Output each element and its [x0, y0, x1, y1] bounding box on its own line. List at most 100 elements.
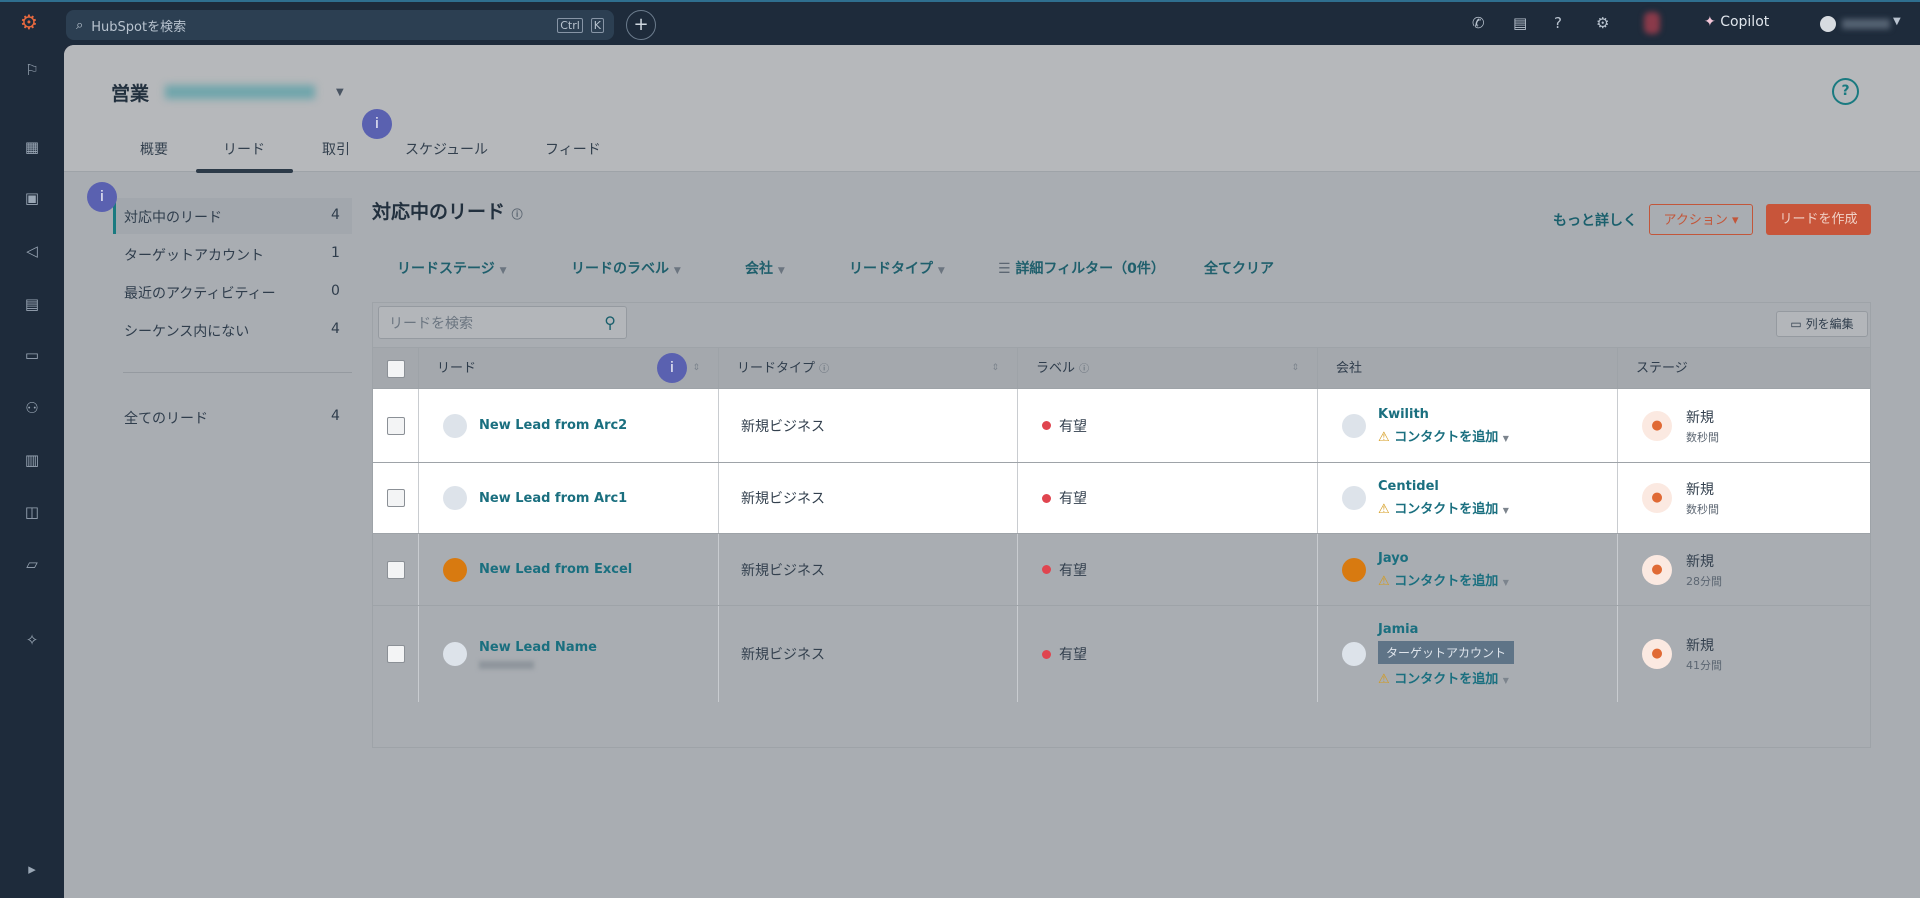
- settings-icon[interactable]: ⚙: [1596, 14, 1609, 32]
- chevron-down-icon[interactable]: ▼: [336, 87, 344, 98]
- chevron-down-icon[interactable]: ▼: [1893, 16, 1901, 27]
- person-icon: ●: [1642, 483, 1672, 513]
- create-new-button[interactable]: +: [626, 10, 656, 40]
- table-row[interactable]: New Lead Name 新規ビジネス 有望 Jamia ターゲットアカウント…: [373, 605, 1870, 702]
- filter-lead-type[interactable]: リードタイプ ▼: [849, 258, 945, 278]
- info-icon[interactable]: ⓘ: [1079, 364, 1089, 375]
- info-badge[interactable]: i: [362, 109, 392, 139]
- data-icon[interactable]: ◫: [22, 503, 42, 521]
- row-checkbox[interactable]: [387, 560, 405, 579]
- expand-sidebar-icon[interactable]: ▸: [22, 860, 42, 878]
- sort-icon[interactable]: ⇕: [1291, 348, 1299, 389]
- help-icon[interactable]: ?: [1554, 14, 1562, 32]
- column-header-stage[interactable]: ステージ: [1618, 348, 1870, 389]
- column-header-lead-type[interactable]: リードタイプ ⓘ ⇕: [719, 348, 1018, 389]
- company-link[interactable]: Jamia: [1378, 622, 1514, 637]
- filter-label: リードタイプ: [849, 261, 933, 277]
- company-link[interactable]: Jayo: [1378, 551, 1509, 566]
- select-all-checkbox[interactable]: [387, 359, 405, 378]
- lead-avatar-icon: [443, 557, 467, 582]
- breeze-icon[interactable]: ✧: [22, 631, 42, 649]
- help-button[interactable]: ?: [1832, 78, 1859, 105]
- tab-leads[interactable]: リード: [223, 139, 265, 159]
- sort-icon[interactable]: ⇕: [991, 348, 999, 389]
- table-row[interactable]: New Lead from Excel 新規ビジネス 有望 Jayo ⚠ コンタ…: [373, 533, 1870, 605]
- lead-avatar-icon: [443, 413, 467, 438]
- tab-schedule[interactable]: スケジュール: [405, 139, 488, 159]
- row-checkbox[interactable]: [387, 489, 405, 507]
- global-search-input[interactable]: ⌕ HubSpotを検索 Ctrl K: [66, 10, 614, 40]
- pipeline-selector-blurred[interactable]: [165, 85, 315, 99]
- content-icon[interactable]: ▤: [22, 295, 42, 313]
- advanced-filters-button[interactable]: ☰ 詳細フィルター（0件）: [998, 258, 1165, 278]
- lead-name-link[interactable]: New Lead from Excel: [479, 562, 632, 577]
- stage-time: 28分間: [1686, 574, 1722, 588]
- automation-icon[interactable]: ⚇: [22, 399, 42, 417]
- commerce-icon[interactable]: ▭: [22, 346, 42, 364]
- column-header-label[interactable]: ラベル ⓘ ⇕: [1018, 348, 1318, 389]
- filter-count: 4: [331, 321, 340, 337]
- lead-avatar-icon: [443, 642, 467, 666]
- filter-item-active-leads[interactable]: 対応中のリード: [124, 207, 222, 227]
- lead-name-link[interactable]: New Lead Name: [479, 640, 597, 655]
- tab-feed[interactable]: フィード: [545, 139, 601, 159]
- marketplace-icon[interactable]: ▤: [1513, 14, 1527, 32]
- row-checkbox[interactable]: [387, 645, 405, 663]
- stage-cell: ● 新規 数秒間: [1618, 389, 1870, 462]
- phone-icon[interactable]: ✆: [1472, 14, 1485, 32]
- filter-item-target-accounts[interactable]: ターゲットアカウント: [124, 245, 264, 265]
- company-link[interactable]: Centidel: [1378, 479, 1509, 494]
- marketing-icon[interactable]: ◁: [22, 242, 42, 260]
- search-icon[interactable]: ⚲: [604, 313, 616, 332]
- workspaces-icon[interactable]: ▦: [22, 138, 42, 156]
- table-row[interactable]: New Lead from Arc1 新規ビジネス 有望 Centidel ⚠ …: [373, 462, 1870, 533]
- add-contact-dropdown[interactable]: ⚠ コンタクトを追加 ▼: [1378, 426, 1509, 445]
- add-contact-dropdown[interactable]: ⚠ コンタクトを追加 ▼: [1378, 498, 1509, 517]
- add-contact-label: コンタクトを追加: [1394, 573, 1499, 589]
- filter-item-all-leads[interactable]: 全てのリード: [124, 408, 208, 428]
- folder-icon[interactable]: ▱: [22, 555, 42, 573]
- clear-all-button[interactable]: 全てクリア: [1204, 258, 1274, 278]
- company-link[interactable]: Kwilith: [1378, 407, 1509, 422]
- filter-item-recent-activity[interactable]: 最近のアクティビティー: [124, 283, 276, 303]
- columns-icon: ▭: [1790, 317, 1802, 331]
- edit-columns-button[interactable]: ▭ 列を編集: [1776, 311, 1868, 337]
- lead-name-link[interactable]: New Lead from Arc1: [479, 491, 627, 506]
- tab-overview[interactable]: 概要: [140, 139, 168, 159]
- tab-deals[interactable]: 取引: [322, 139, 350, 159]
- stage-time: 数秒間: [1686, 503, 1719, 516]
- notifications-icon[interactable]: [1644, 12, 1660, 34]
- bookmark-icon[interactable]: ⚐: [22, 61, 42, 79]
- sort-icon[interactable]: ⇕: [692, 348, 700, 389]
- page-header: 営業 ▼ ? 概要 リード 取引 スケジュール フィード: [64, 45, 1920, 173]
- copilot-label: Copilot: [1720, 14, 1770, 30]
- filter-lead-stage[interactable]: リードステージ ▼: [397, 258, 507, 278]
- info-badge[interactable]: i: [657, 353, 687, 383]
- info-icon[interactable]: ⓘ: [819, 364, 829, 375]
- reports-icon[interactable]: ▥: [22, 451, 42, 469]
- table-row[interactable]: New Lead from Arc2 新規ビジネス 有望 Kwilith ⚠ コ…: [373, 388, 1870, 462]
- lead-subtext-blurred: [479, 660, 534, 669]
- hubspot-logo-icon[interactable]: ⚙: [20, 10, 38, 34]
- column-header-company[interactable]: 会社: [1318, 348, 1618, 389]
- lead-name-link[interactable]: New Lead from Arc2: [479, 418, 627, 433]
- copilot-button[interactable]: ✦ Copilot: [1704, 14, 1769, 30]
- info-icon[interactable]: ⓘ: [512, 208, 523, 221]
- lead-search-input[interactable]: リードを検索 ⚲: [378, 306, 627, 339]
- status-dot-icon: [1042, 649, 1051, 659]
- filter-company[interactable]: 会社 ▼: [745, 258, 785, 278]
- avatar[interactable]: [1820, 16, 1836, 32]
- create-lead-button[interactable]: リードを作成: [1766, 204, 1871, 235]
- company-cell: Jamia ターゲットアカウント ⚠ コンタクトを追加 ▼: [1318, 606, 1618, 702]
- actions-dropdown-button[interactable]: アクション ▾: [1649, 204, 1753, 235]
- contacts-icon[interactable]: ▣: [22, 189, 42, 207]
- filter-item-not-in-sequence[interactable]: シーケンス内にない: [124, 321, 249, 341]
- account-name-blurred[interactable]: [1842, 19, 1890, 29]
- row-checkbox[interactable]: [387, 416, 405, 435]
- filter-lead-label[interactable]: リードのラベル ▼: [571, 258, 681, 278]
- info-badge[interactable]: i: [87, 182, 117, 212]
- search-placeholder: リードを検索: [389, 315, 473, 332]
- learn-more-link[interactable]: もっと詳しく: [1553, 210, 1637, 230]
- add-contact-dropdown[interactable]: ⚠ コンタクトを追加 ▼: [1378, 668, 1514, 687]
- add-contact-dropdown[interactable]: ⚠ コンタクトを追加 ▼: [1378, 570, 1509, 589]
